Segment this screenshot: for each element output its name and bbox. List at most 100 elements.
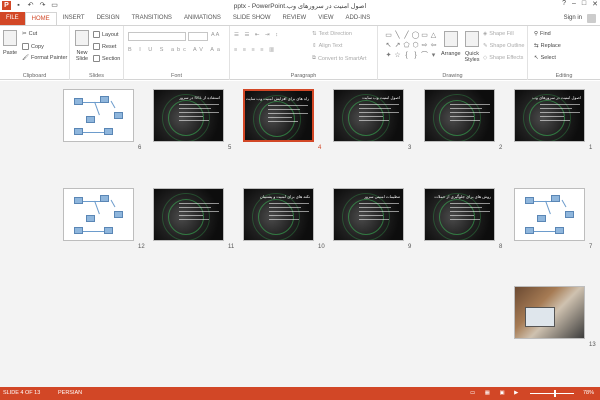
slide-number: 8	[499, 244, 503, 250]
drawing-label: Drawing	[442, 73, 463, 79]
slide-number: 9	[408, 244, 412, 250]
slide-thumbnail[interactable]: استفاده از SSL در سرور	[153, 89, 224, 142]
slide-thumbnail[interactable]	[63, 89, 134, 142]
shape-effects-button[interactable]: ◇ Shape Effects	[483, 55, 523, 61]
clipboard-label: Clipboard	[22, 73, 47, 79]
smartart-icon: ⧉	[312, 55, 316, 61]
cursor-icon: ↖	[534, 55, 539, 61]
grow-font-button[interactable]: A A	[211, 32, 219, 38]
quick-styles-icon	[465, 31, 479, 47]
replace-icon: ⇆	[534, 43, 539, 49]
font-size-input[interactable]	[188, 32, 208, 41]
tab-review[interactable]: REVIEW	[277, 12, 313, 25]
arrange-button[interactable]: Arrange	[441, 31, 461, 57]
align-buttons[interactable]: ≡ ≡ ≡ ≡ ▥	[234, 47, 276, 53]
select-button[interactable]: ↖ Select	[534, 55, 556, 61]
new-slide-button[interactable]: New Slide	[73, 30, 91, 62]
section-label: Section	[102, 55, 121, 62]
find-button[interactable]: ⚲ Find	[534, 31, 551, 37]
replace-button[interactable]: ⇆ Replace	[534, 43, 561, 49]
font-name-input[interactable]	[128, 32, 186, 41]
slide-text-lines	[450, 104, 490, 124]
quick-styles-button[interactable]: Quick Styles	[463, 31, 481, 63]
scissors-icon: ✂	[22, 31, 27, 37]
window-title: اصول امنیت در سرورهای وب.pptx - PowerPoi…	[233, 3, 367, 10]
font-group: A A B I U S abc AV Aa Font	[124, 26, 230, 80]
slide-thumbnail[interactable]: اصول امنیت در سرورهای وب	[514, 89, 585, 142]
tab-slide-show[interactable]: SLIDE SHOW	[227, 12, 277, 25]
slide-title: نکته های برای امنیت و پشتیبان	[259, 194, 310, 199]
section-button[interactable]: Section	[93, 55, 120, 62]
view-buttons[interactable]: ▭ ▦ ▣ ▶	[470, 390, 522, 396]
arrange-icon	[443, 31, 458, 47]
sign-in-link[interactable]: Sign in	[564, 15, 582, 21]
slide-thumbnail[interactable]	[153, 188, 224, 241]
slide-thumbnail[interactable]	[514, 188, 585, 241]
slide-number: 10	[318, 244, 325, 250]
brush-icon: 🖌	[22, 55, 29, 61]
slide-thumbnail[interactable]: روش های برای جلوگیری از حملات	[424, 188, 495, 241]
slide-title: اصول امنیت در سرورهای وب	[532, 95, 581, 100]
effects-icon: ◇	[483, 55, 488, 61]
text-direction-label: Text Direction	[318, 31, 352, 37]
tab-transitions[interactable]: TRANSITIONS	[126, 12, 178, 25]
slide-thumbnail[interactable]: تنظیمات امنیتی سرور	[333, 188, 404, 241]
slide-text-lines	[450, 203, 490, 223]
format-painter-label: Format Painter	[30, 55, 68, 61]
replace-label: Replace	[540, 43, 561, 49]
copy-label: Copy	[31, 43, 44, 50]
slide-thumbnail[interactable]	[514, 286, 585, 339]
slides-group: New Slide Layout Reset Section Slides	[70, 26, 124, 80]
arrange-label: Arrange	[441, 51, 461, 57]
tab-view[interactable]: VIEW	[312, 12, 339, 25]
editing-group: ⚲ Find ⇆ Replace ↖ Select Editing	[528, 26, 600, 80]
slide-number: 5	[228, 145, 232, 151]
shapes-gallery[interactable]: ▭ ╲ ╱ ◯ ▭ △ ↖ ↗ ⬠ ⬡ ⇨ ⇦ ✦ ☆{} ⌒ ▾	[384, 31, 438, 61]
align-text-button[interactable]: ⇕ Align Text	[312, 43, 342, 49]
zoom-slider[interactable]	[530, 393, 574, 394]
shape-fill-button[interactable]: ◈ Shape Fill	[483, 31, 514, 37]
paste-button[interactable]: Paste	[3, 30, 17, 56]
slide-thumbnail[interactable]: نکته های برای امنیت و پشتیبان	[243, 188, 314, 241]
help-icon[interactable]: ?	[562, 0, 566, 8]
maximize-icon[interactable]: □	[582, 0, 586, 8]
format-painter-button[interactable]: 🖌 Format Painter	[22, 55, 67, 61]
minimize-icon[interactable]: –	[572, 0, 576, 8]
tab-file[interactable]: FILE	[0, 12, 25, 25]
slides-label: Slides	[89, 73, 104, 79]
text-direction-icon: ⇅	[312, 31, 317, 37]
zoom-slider-thumb[interactable]	[554, 390, 556, 397]
zoom-level[interactable]: 78%	[583, 390, 594, 396]
language-indicator[interactable]: PERSIAN	[58, 390, 82, 396]
slide-thumbnail[interactable]: راه های برای افزایش امنیت وب سایت	[243, 89, 314, 142]
slide-thumbnail[interactable]	[63, 188, 134, 241]
ribbon: Paste ✂ Cut Copy 🖌 Format Painter Clipboar…	[0, 25, 600, 80]
slide-number: 3	[408, 145, 412, 151]
shape-fill-label: Shape Fill	[489, 31, 514, 37]
tab-add-ins[interactable]: ADD-INS	[340, 12, 377, 25]
slide-thumbnail[interactable]: اصول امنیت وب سایت	[333, 89, 404, 142]
list-buttons[interactable]: ☰ ☰ ⇤ ⇥ ↕	[234, 32, 280, 38]
reset-label: Reset	[102, 43, 117, 50]
slide-thumbnail[interactable]	[424, 89, 495, 142]
select-label: Select	[540, 55, 556, 61]
slide-text-lines	[268, 105, 308, 125]
cut-button[interactable]: ✂ Cut	[22, 31, 37, 37]
layout-button[interactable]: Layout	[93, 31, 119, 38]
avatar[interactable]	[587, 14, 596, 23]
tab-insert[interactable]: INSERT	[57, 12, 91, 25]
paragraph-group: ☰ ☰ ⇤ ⇥ ↕ ≡ ≡ ≡ ≡ ▥ ⇅ Text Direction ⇕ Ali…	[230, 26, 378, 80]
font-style-buttons[interactable]: B I U S abc AV Aa	[128, 47, 223, 53]
cut-label: Cut	[28, 31, 38, 37]
editing-label: Editing	[555, 73, 573, 79]
close-icon[interactable]: ✕	[592, 0, 598, 8]
reset-button[interactable]: Reset	[93, 43, 116, 50]
shape-outline-button[interactable]: ✎ Shape Outline	[483, 43, 524, 49]
paste-icon	[3, 30, 18, 46]
tab-design[interactable]: DESIGN	[91, 12, 126, 25]
convert-smartart-button[interactable]: ⧉ Convert to SmartArt	[312, 55, 367, 62]
tab-home[interactable]: HOME	[24, 12, 57, 25]
text-direction-button[interactable]: ⇅ Text Direction	[312, 31, 352, 37]
copy-button[interactable]: Copy	[22, 43, 44, 50]
tab-animations[interactable]: ANIMATIONS	[178, 12, 227, 25]
